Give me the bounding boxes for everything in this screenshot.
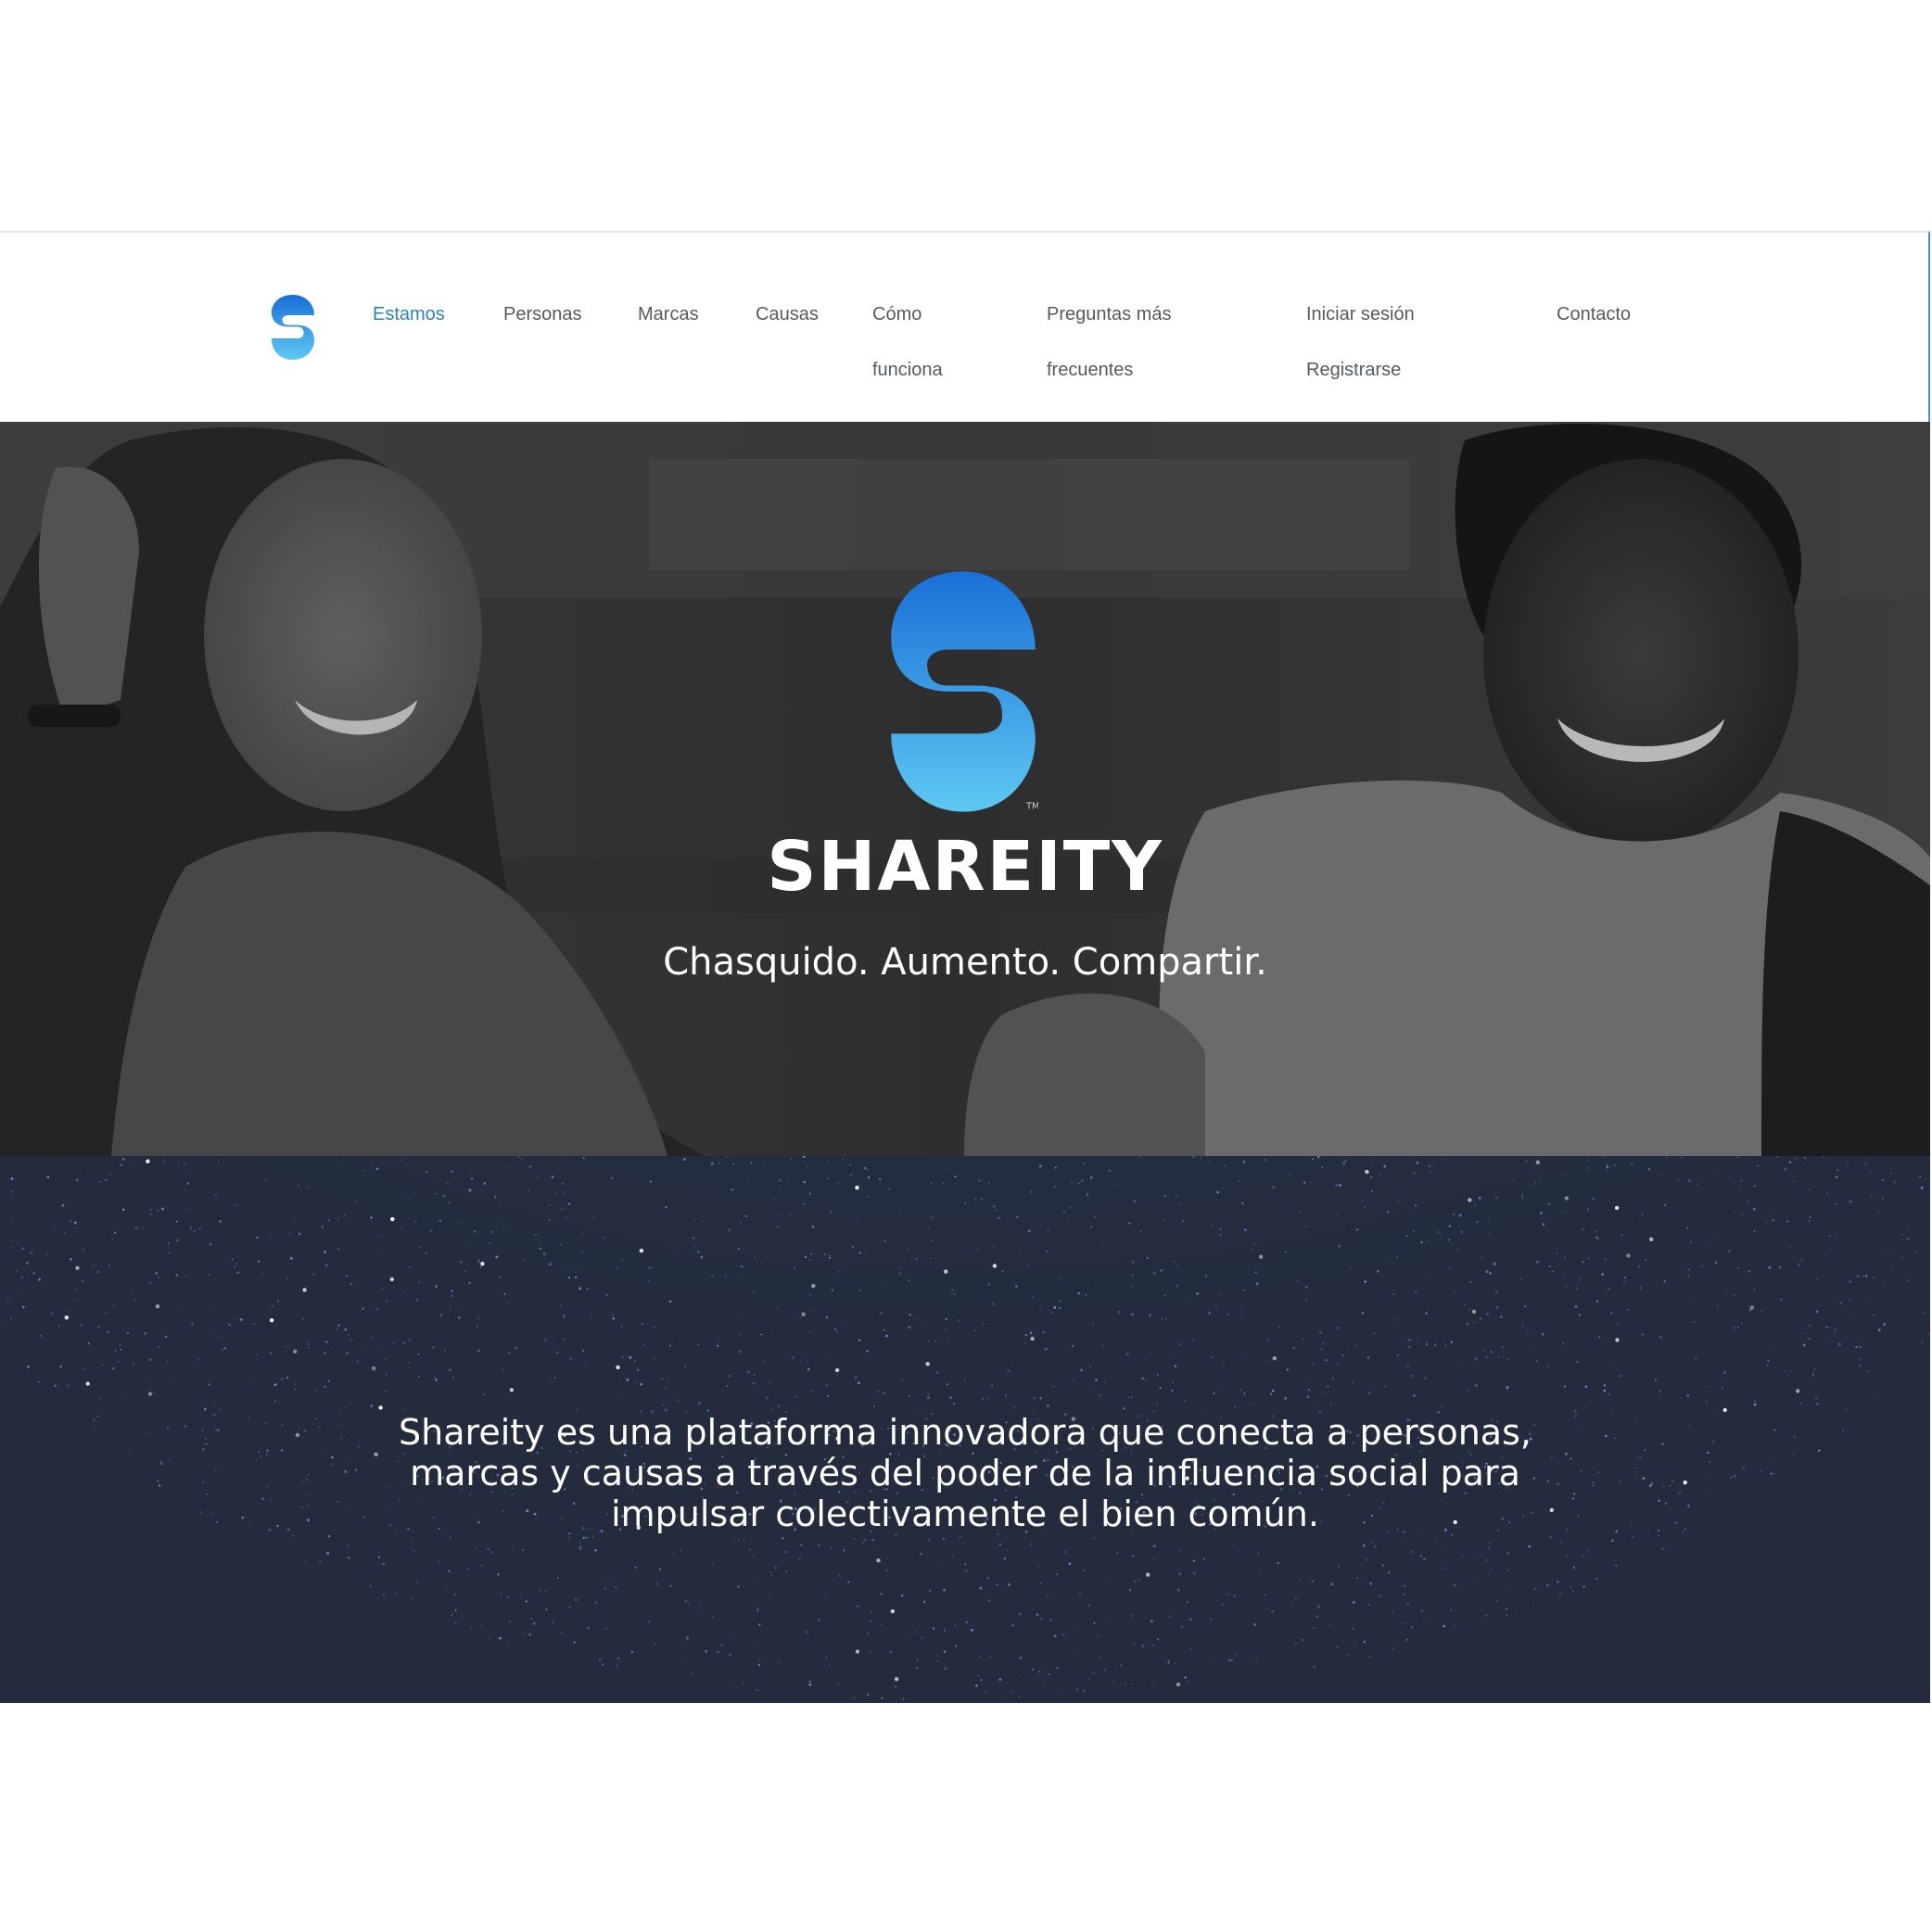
nav-item-personas[interactable]: Personas xyxy=(503,286,582,342)
top-navigation: Estamos Personas Marcas Causas Cómo func… xyxy=(0,231,1930,422)
brand-name: SHAREITY xyxy=(767,827,1163,907)
shareity-logo-icon[interactable] xyxy=(271,294,315,361)
nav-item-estamos[interactable]: Estamos xyxy=(373,286,445,342)
about-description: Shareity es una plataforma innovadora qu… xyxy=(399,1412,1532,1534)
nav-item-contacto[interactable]: Contacto xyxy=(1557,286,1631,342)
nav-item-registrarse[interactable]: Registrarse xyxy=(1306,342,1415,398)
nav-account-group: Iniciar sesión Registrarse xyxy=(1306,286,1415,398)
nav-item-como-funciona[interactable]: Cómo funciona xyxy=(872,286,943,398)
nav-item-marcas[interactable]: Marcas xyxy=(638,286,699,342)
nav-item-preguntas-frecuentes[interactable]: Preguntas más frecuentes xyxy=(1047,286,1172,398)
page: Estamos Personas Marcas Causas Cómo func… xyxy=(0,0,1932,1932)
svg-text:TM: TM xyxy=(1025,801,1038,811)
nav-item-iniciar-sesion[interactable]: Iniciar sesión xyxy=(1306,286,1415,342)
about-section: Shareity es una plataforma innovadora qu… xyxy=(0,1156,1930,1703)
hero-section: TM SHAREITY Chasquido. Aumento. Comparti… xyxy=(0,422,1930,1156)
nav-item-causas[interactable]: Causas xyxy=(756,286,819,342)
hero-tagline: Chasquido. Aumento. Compartir. xyxy=(663,941,1267,984)
shareity-s-logo-icon: TM xyxy=(891,571,1038,812)
